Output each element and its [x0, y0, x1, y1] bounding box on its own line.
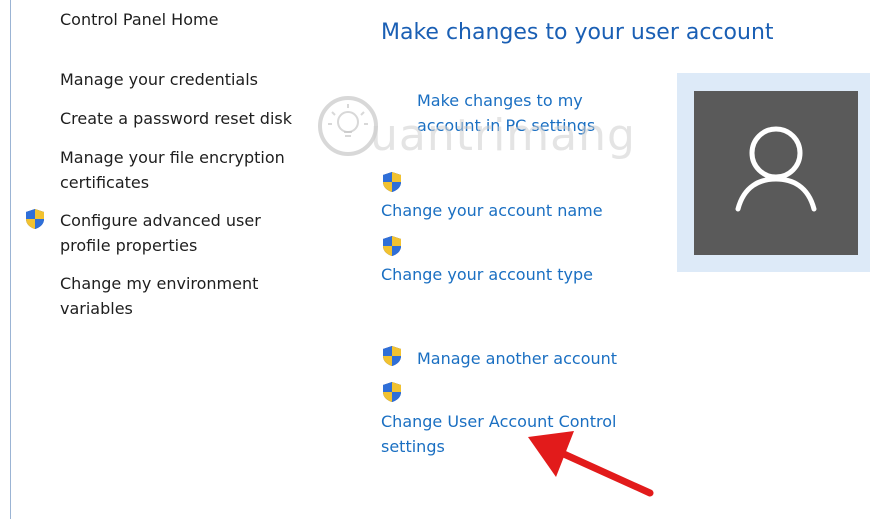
- control-panel-home-link[interactable]: Control Panel Home: [60, 10, 218, 29]
- manage-credentials-link[interactable]: Manage your credentials: [60, 67, 310, 92]
- uac-shield-icon: [24, 208, 46, 230]
- change-account-type-link[interactable]: Change your account type: [381, 262, 593, 287]
- configure-advanced-profile-link[interactable]: Configure advanced user profile properti…: [60, 208, 300, 258]
- uac-shield-icon: [381, 345, 403, 367]
- uac-shield-icon: [381, 171, 403, 193]
- manage-another-account-link[interactable]: Manage another account: [417, 346, 617, 371]
- change-uac-settings-link[interactable]: Change User Account Control settings: [381, 409, 661, 459]
- change-account-name-link[interactable]: Change your account name: [381, 198, 603, 223]
- page-title: Make changes to your user account: [381, 20, 774, 45]
- window-border-line: [10, 0, 11, 519]
- pc-settings-link[interactable]: Make changes to my account in PC setting…: [417, 88, 637, 138]
- uac-shield-icon: [381, 381, 403, 403]
- uac-shield-icon: [381, 235, 403, 257]
- avatar: [694, 91, 858, 255]
- create-password-reset-disk-link[interactable]: Create a password reset disk: [60, 106, 310, 131]
- user-avatar-frame: [677, 73, 870, 272]
- change-environment-variables-link[interactable]: Change my environment variables: [60, 271, 300, 321]
- manage-file-encryption-link[interactable]: Manage your file encryption certificates: [60, 145, 320, 195]
- user-silhouette-icon: [735, 126, 817, 212]
